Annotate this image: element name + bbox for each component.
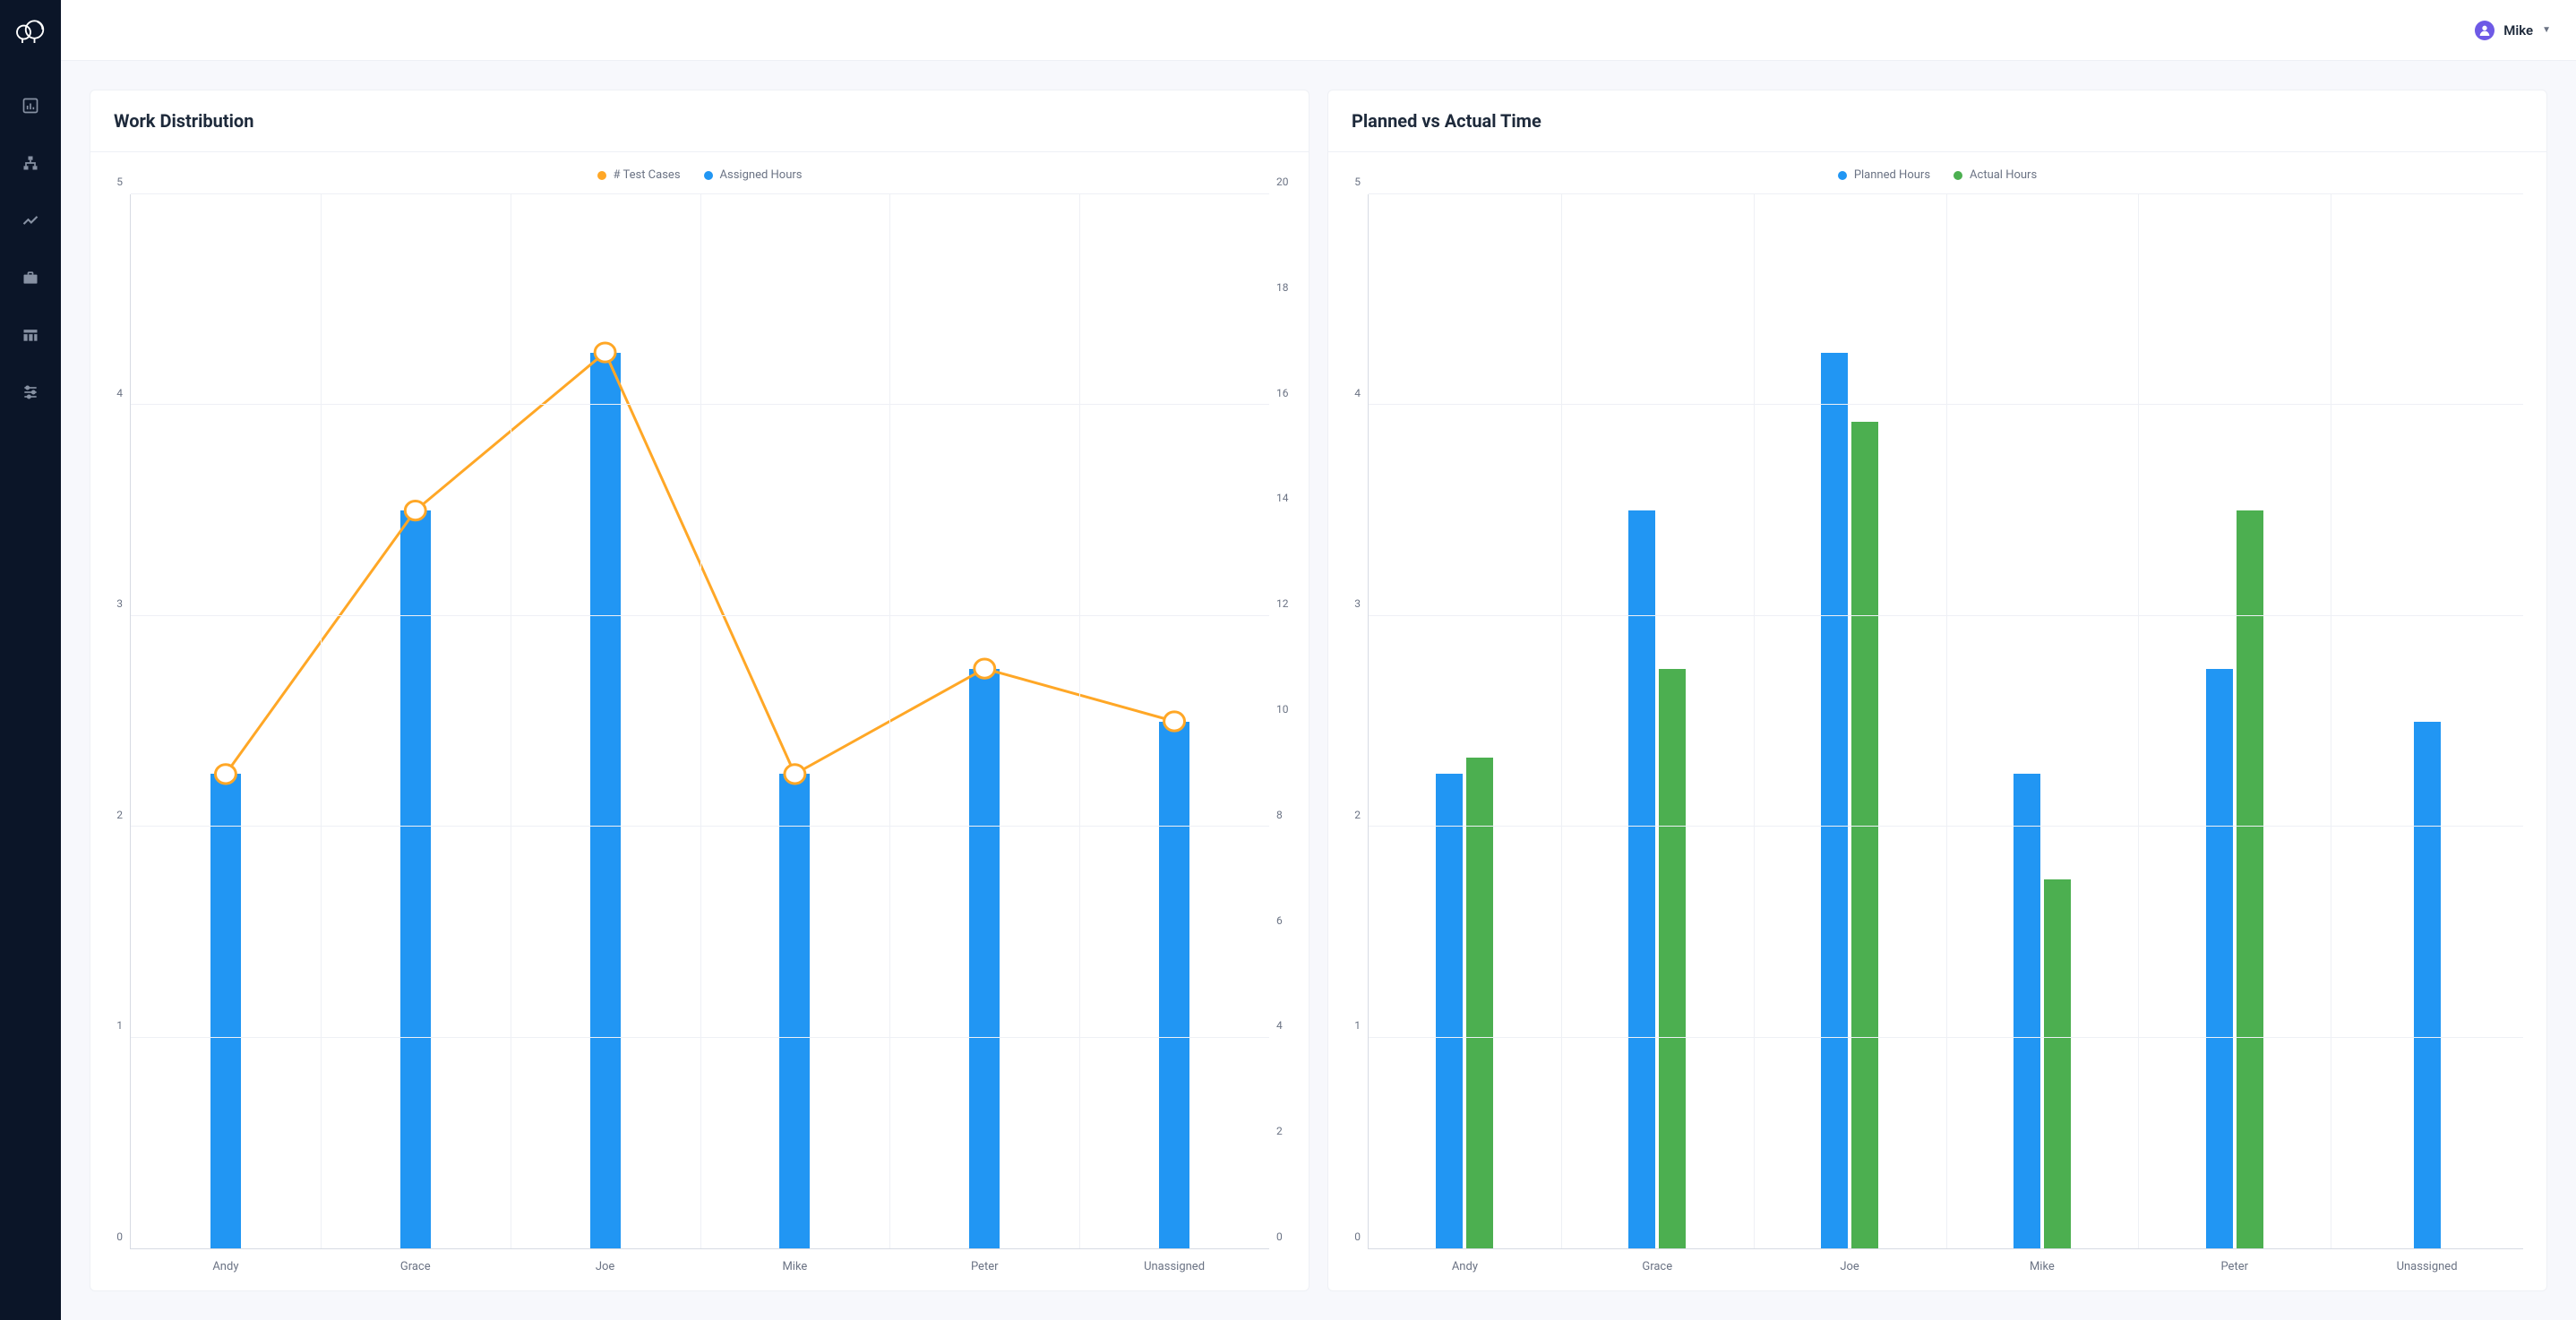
bar-planned[interactable]	[1821, 353, 1848, 1248]
xaxis-label: Joe	[1754, 1260, 1946, 1273]
bar-planned[interactable]	[2206, 669, 2233, 1248]
sidebar	[0, 0, 61, 1320]
card-planned-vs-actual: Planned vs Actual Time Planned Hours Act…	[1327, 90, 2547, 1291]
bar-planned[interactable]	[1436, 774, 1463, 1248]
bar-actual[interactable]	[1466, 758, 1493, 1248]
user-menu[interactable]: Mike ▼	[2475, 21, 2551, 40]
chevron-down-icon: ▼	[2542, 25, 2551, 35]
card-title: Work Distribution	[90, 90, 1309, 152]
bar[interactable]	[400, 510, 431, 1248]
xaxis-label: Mike	[1945, 1260, 2138, 1273]
bar[interactable]	[969, 669, 1000, 1248]
nav-flow-icon[interactable]	[14, 147, 47, 179]
plot: 012345 AndyGraceJoeMikePeterUnassigned	[1337, 194, 2537, 1249]
avatar-icon	[2475, 21, 2494, 40]
legend-item[interactable]: Actual Hours	[1953, 168, 2037, 182]
legend-item[interactable]: # Test Cases	[597, 168, 681, 182]
xaxis-label: Andy	[131, 1260, 321, 1273]
xaxis-label: Joe	[511, 1260, 700, 1273]
chart-work-distribution: # Test Cases Assigned Hours 012345 AndyG…	[90, 152, 1309, 1290]
xaxis-label: Grace	[1561, 1260, 1754, 1273]
nav-sliders-icon[interactable]	[14, 376, 47, 408]
xaxis-label: Mike	[700, 1260, 889, 1273]
legend: Planned Hours Actual Hours	[1337, 168, 2537, 182]
bar-planned[interactable]	[2014, 774, 2040, 1248]
logo-icon	[14, 16, 47, 48]
nav-trend-icon[interactable]	[14, 204, 47, 236]
chart-planned-vs-actual: Planned Hours Actual Hours 012345 AndyGr…	[1328, 152, 2546, 1290]
user-name: Mike	[2503, 22, 2533, 39]
nav-columns-icon[interactable]	[14, 319, 47, 351]
bar[interactable]	[590, 353, 621, 1248]
legend: # Test Cases Assigned Hours	[99, 168, 1300, 182]
bar-actual[interactable]	[1851, 422, 1878, 1248]
xaxis-label: Unassigned	[1079, 1260, 1269, 1273]
xaxis-label: Unassigned	[2331, 1260, 2523, 1273]
xaxis-label: Andy	[1369, 1260, 1561, 1273]
bar[interactable]	[779, 774, 810, 1248]
bar[interactable]	[210, 774, 241, 1248]
content: Work Distribution # Test Cases Assigned …	[61, 61, 2576, 1320]
main: Mike ▼ Work Distribution # Test Cases As…	[61, 0, 2576, 1320]
card-work-distribution: Work Distribution # Test Cases Assigned …	[90, 90, 1309, 1291]
plot: 012345 AndyGraceJoeMikePeterUnassigned 0…	[99, 194, 1300, 1249]
xaxis-label: Peter	[889, 1260, 1079, 1273]
card-title: Planned vs Actual Time	[1328, 90, 2546, 152]
nav-briefcase-icon[interactable]	[14, 261, 47, 294]
topbar: Mike ▼	[61, 0, 2576, 61]
bar-planned[interactable]	[1628, 510, 1655, 1248]
nav-bar-chart-icon[interactable]	[14, 90, 47, 122]
bar-actual[interactable]	[2044, 879, 2071, 1248]
xaxis-label: Grace	[321, 1260, 511, 1273]
legend-item[interactable]: Assigned Hours	[704, 168, 803, 182]
xaxis-label: Peter	[2138, 1260, 2331, 1273]
bar[interactable]	[1159, 722, 1189, 1249]
legend-item[interactable]: Planned Hours	[1838, 168, 1930, 182]
bar-planned[interactable]	[2414, 722, 2441, 1249]
bar-actual[interactable]	[2237, 510, 2263, 1248]
bar-actual[interactable]	[1659, 669, 1686, 1248]
